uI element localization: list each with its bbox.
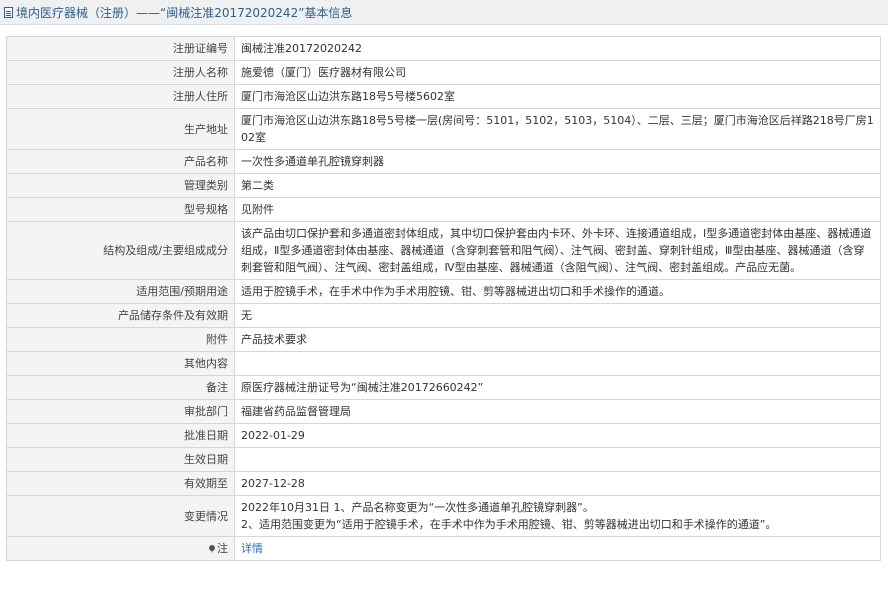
table-row: 审批部门 福建省药品监督管理局: [6, 399, 881, 424]
row-label-note: 注: [6, 536, 235, 561]
row-value: 一次性多通道单孔腔镜穿刺器: [234, 149, 881, 174]
row-value: [234, 351, 881, 376]
table-row: 型号规格 见附件: [6, 197, 881, 222]
row-label: 产品名称: [6, 149, 235, 174]
row-label: 有效期至: [6, 471, 235, 496]
table-row: 产品名称 一次性多通道单孔腔镜穿刺器: [6, 149, 881, 174]
change-line-1: 2022年10月31日 1、产品名称变更为“一次性多通道单孔腔镜穿刺器”。: [241, 501, 594, 514]
row-label: 备注: [6, 375, 235, 400]
row-label: 批准日期: [6, 423, 235, 448]
table-row: 注册人住所 厦门市海沧区山边洪东路18号5号楼5602室: [6, 84, 881, 109]
table-row: 结构及组成/主要组成成分 该产品由切口保护套和多通道密封体组成，其中切口保护套由…: [6, 221, 881, 280]
table-row: 管理类别 第二类: [6, 173, 881, 198]
row-value: 见附件: [234, 197, 881, 222]
row-label: 型号规格: [6, 197, 235, 222]
row-value: 2022-01-29: [234, 423, 881, 448]
row-value: 原医疗器械注册证号为“闽械注准20172660242”: [234, 375, 881, 400]
table-row: 批准日期 2022-01-29: [6, 423, 881, 448]
row-label: 注册人住所: [6, 84, 235, 109]
info-table: 注册证编号 闽械注准20172020242 注册人名称 施爱德（厦门）医疗器材有…: [6, 36, 881, 561]
table-row: 生产地址 厦门市海沧区山边洪东路18号5号楼一层(房间号：5101，5102，5…: [6, 108, 881, 150]
note-label: 注: [217, 542, 228, 555]
table-row: 产品储存条件及有效期 无: [6, 303, 881, 328]
row-label: 产品储存条件及有效期: [6, 303, 235, 328]
row-value: 施爱德（厦门）医疗器材有限公司: [234, 60, 881, 85]
row-label: 变更情况: [6, 495, 235, 537]
row-label: 审批部门: [6, 399, 235, 424]
table-row: 注册证编号 闽械注准20172020242: [6, 36, 881, 61]
row-value: 闽械注准20172020242: [234, 36, 881, 61]
row-value: 产品技术要求: [234, 327, 881, 352]
table-row: 有效期至 2027-12-28: [6, 471, 881, 496]
row-label: 其他内容: [6, 351, 235, 376]
table-row: 其他内容: [6, 351, 881, 376]
page-title: 境内医疗器械（注册）——“闽械注准20172020242”基本信息: [16, 5, 353, 20]
row-value: 该产品由切口保护套和多通道密封体组成，其中切口保护套由内卡环、外卡环、连接通道组…: [234, 221, 881, 280]
row-label: 生效日期: [6, 447, 235, 472]
row-label: 注册证编号: [6, 36, 235, 61]
row-value: 第二类: [234, 173, 881, 198]
details-link[interactable]: 详情: [241, 542, 263, 555]
table-row: 变更情况 2022年10月31日 1、产品名称变更为“一次性多通道单孔腔镜穿刺器…: [6, 495, 881, 537]
row-label: 附件: [6, 327, 235, 352]
row-value: 厦门市海沧区山边洪东路18号5号楼5602室: [234, 84, 881, 109]
table-row: 生效日期: [6, 447, 881, 472]
table-row: 注册人名称 施爱德（厦门）医疗器材有限公司: [6, 60, 881, 85]
row-value: 2027-12-28: [234, 471, 881, 496]
row-label: 适用范围/预期用途: [6, 279, 235, 304]
table-row: 适用范围/预期用途 适用于腔镜手术，在手术中作为手术用腔镜、钳、剪等器械进出切口…: [6, 279, 881, 304]
table-row: 附件 产品技术要求: [6, 327, 881, 352]
table-row: 备注 原医疗器械注册证号为“闽械注准20172660242”: [6, 375, 881, 400]
document-icon: [4, 6, 13, 18]
row-label: 结构及组成/主要组成成分: [6, 221, 235, 280]
row-label: 注册人名称: [6, 60, 235, 85]
row-value: 详情: [234, 536, 881, 561]
row-value: 无: [234, 303, 881, 328]
row-label: 管理类别: [6, 173, 235, 198]
row-value: 适用于腔镜手术，在手术中作为手术用腔镜、钳、剪等器械进出切口和手术操作的通道。: [234, 279, 881, 304]
pin-icon: [209, 545, 215, 553]
page-header: 境内医疗器械（注册）——“闽械注准20172020242”基本信息: [0, 0, 888, 25]
row-value: 福建省药品监督管理局: [234, 399, 881, 424]
change-line-2: 2、适用范围变更为“适用于腔镜手术，在手术中作为手术用腔镜、钳、剪等器械进出切口…: [241, 518, 777, 531]
row-value: 2022年10月31日 1、产品名称变更为“一次性多通道单孔腔镜穿刺器”。 2、…: [234, 495, 881, 537]
row-value: 厦门市海沧区山边洪东路18号5号楼一层(房间号：5101，5102，5103，5…: [234, 108, 881, 150]
row-label: 生产地址: [6, 108, 235, 150]
row-value: [234, 447, 881, 472]
table-row: 注 详情: [6, 536, 881, 561]
